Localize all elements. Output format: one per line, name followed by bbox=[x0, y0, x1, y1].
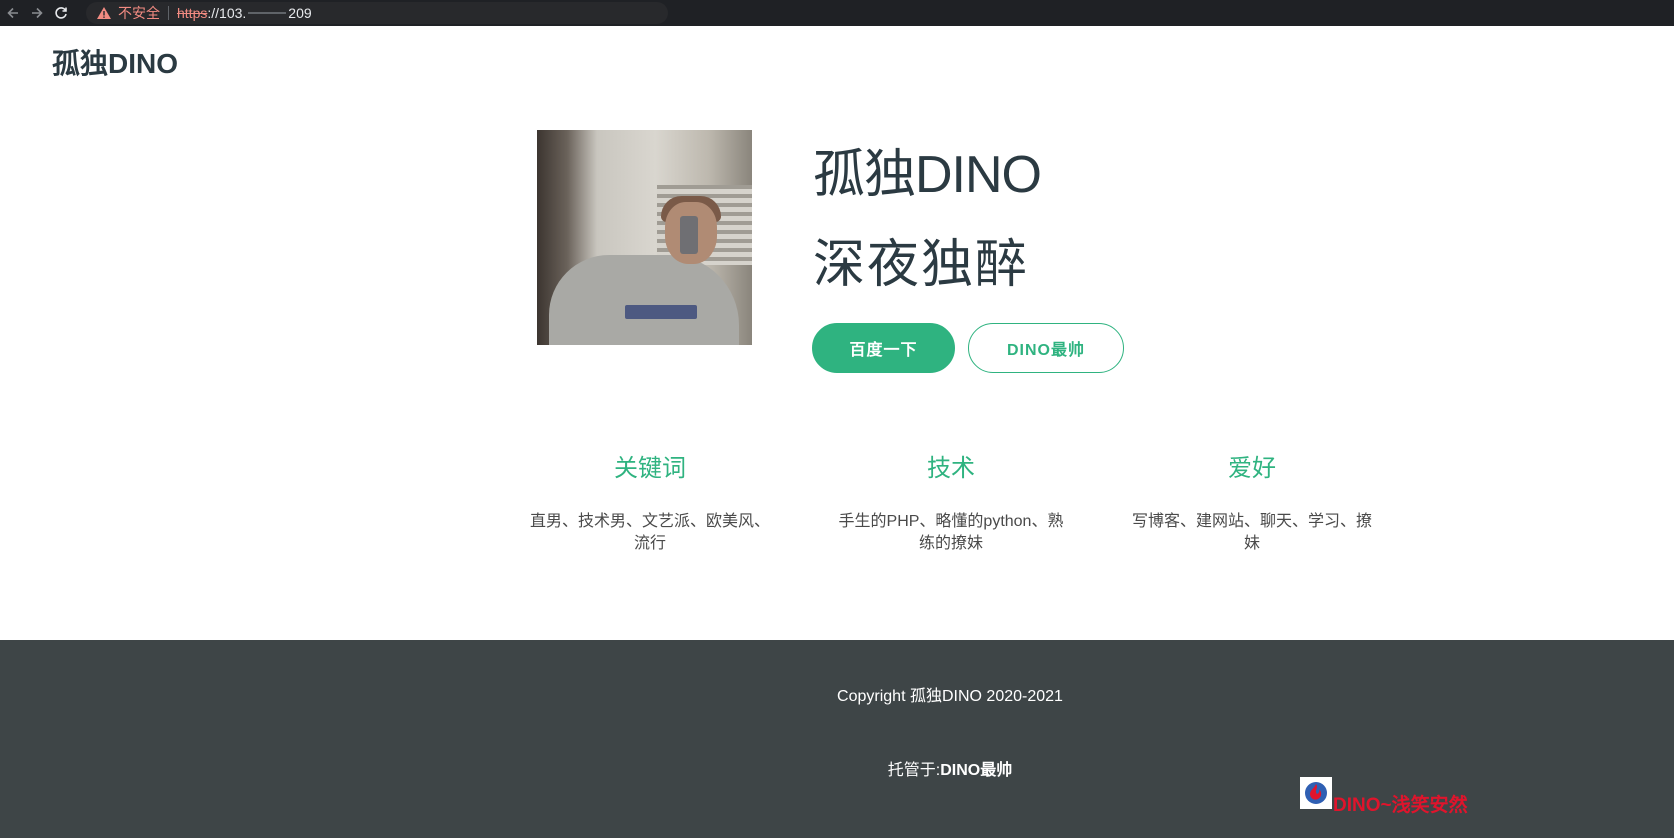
feature-skills: 技术 手生的PHP、略懂的python、熟练的撩妹 bbox=[831, 448, 1071, 555]
security-label[interactable]: 不安全 bbox=[118, 3, 160, 23]
reload-button[interactable] bbox=[50, 2, 72, 24]
site-footer: Copyright 孤独DINO 2020-2021 托管于:DINO最帅 DI… bbox=[0, 640, 1674, 838]
url-redaction bbox=[248, 12, 287, 14]
feature-heading: 关键词 bbox=[614, 455, 686, 482]
baidu-button[interactable]: 百度一下 bbox=[812, 323, 955, 373]
browser-toolbar: 不安全 https://103. 209 bbox=[0, 0, 1674, 26]
warning-icon bbox=[97, 7, 111, 19]
profile-photo bbox=[537, 130, 752, 345]
url-suffix: 209 bbox=[288, 5, 312, 21]
photo-print bbox=[625, 305, 697, 319]
copyright-text: Copyright 孤独DINO 2020-2021 bbox=[837, 688, 1063, 705]
flame-icon bbox=[1305, 782, 1327, 804]
address-divider bbox=[168, 6, 169, 20]
url-prefix: ://103. bbox=[207, 5, 247, 21]
url-scheme: https bbox=[177, 5, 208, 21]
arrow-left-icon bbox=[7, 7, 18, 19]
badge-logo-icon[interactable] bbox=[1300, 777, 1332, 809]
address-bar[interactable]: 不安全 https://103. 209 bbox=[86, 2, 668, 24]
feature-hobbies: 爱好 写博客、建网站、聊天、学习、撩妹 bbox=[1132, 448, 1372, 555]
back-button[interactable] bbox=[2, 2, 24, 24]
site-brand[interactable]: 孤独DINO bbox=[52, 42, 178, 82]
hero-subtitle: 深夜独醉 bbox=[813, 236, 1030, 294]
reload-icon bbox=[55, 7, 67, 19]
feature-keywords: 关键词 直男、技术男、文艺派、欧美风、流行 bbox=[530, 448, 770, 555]
feature-text: 写博客、建网站、聊天、学习、撩妹 bbox=[1132, 513, 1373, 552]
feature-text: 直男、技术男、文艺派、欧美风、流行 bbox=[530, 513, 771, 552]
hero-title: 孤独DINO bbox=[813, 146, 1042, 204]
hosted-value: DINO最帅 bbox=[940, 762, 1013, 779]
hosted-by: 托管于:DINO最帅 bbox=[0, 756, 1674, 780]
feature-text: 手生的PHP、略懂的python、熟练的撩妹 bbox=[838, 513, 1064, 552]
feature-heading: 技术 bbox=[927, 455, 975, 482]
photo-sweatshirt bbox=[549, 255, 739, 345]
forward-button[interactable] bbox=[26, 2, 48, 24]
feature-heading: 爱好 bbox=[1228, 455, 1276, 482]
photo-phone bbox=[680, 216, 698, 254]
hosted-label: 托管于: bbox=[887, 762, 941, 779]
arrow-right-icon bbox=[32, 7, 43, 19]
dino-button[interactable]: DINO最帅 bbox=[968, 323, 1124, 373]
badge-text[interactable]: DINO~浅笑安然 bbox=[1333, 790, 1468, 817]
